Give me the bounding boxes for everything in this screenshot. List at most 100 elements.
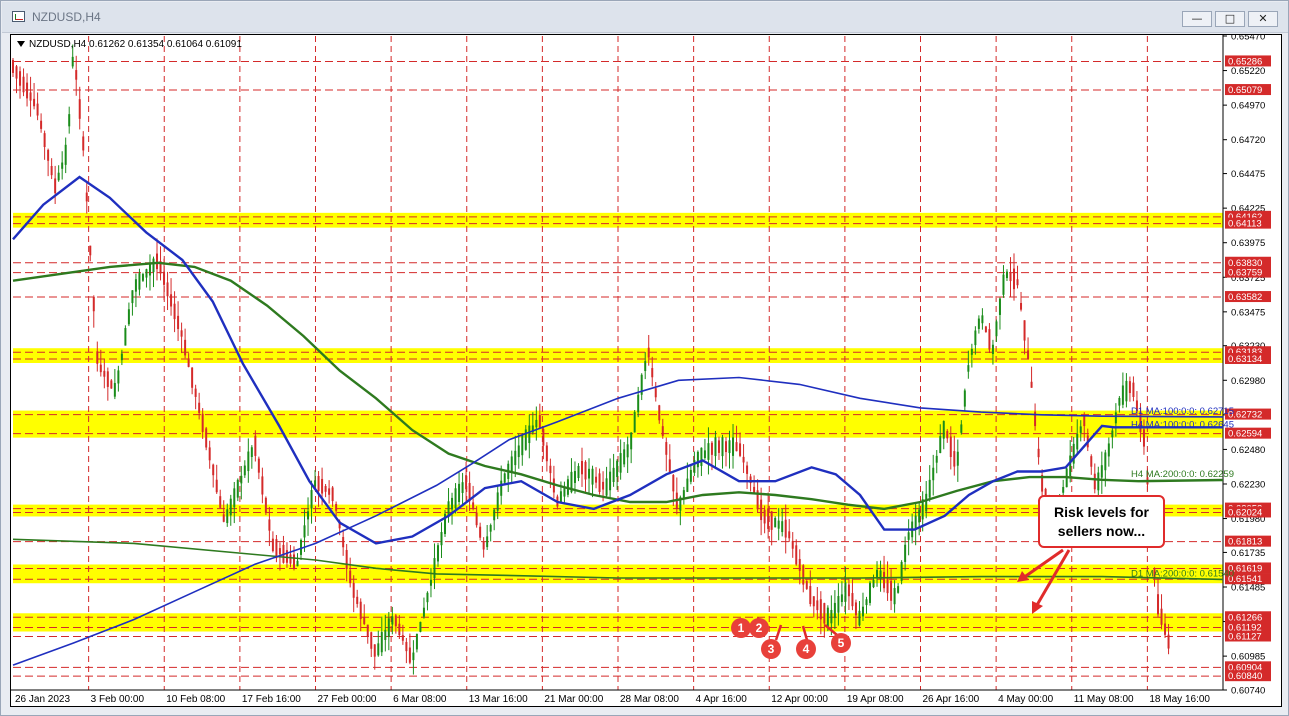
candle-body	[82, 136, 85, 151]
y-tick-label: 0.64720	[1231, 135, 1265, 146]
candle-body	[436, 545, 439, 562]
candle-body	[939, 436, 942, 453]
candle-body	[328, 488, 331, 495]
candle-body	[106, 371, 109, 387]
candle-body	[36, 103, 39, 116]
candle-body	[647, 347, 650, 358]
candle-body	[1097, 472, 1100, 491]
candle-body	[194, 388, 197, 397]
candle-body	[356, 596, 359, 604]
x-tick-label: 18 May 16:00	[1149, 694, 1210, 705]
candle-body	[247, 451, 250, 472]
candle-body	[946, 431, 949, 439]
candle-body	[124, 328, 127, 346]
candle-body	[826, 607, 829, 627]
candle-body	[352, 582, 355, 598]
candle-body	[1107, 443, 1110, 457]
candle-body	[928, 479, 931, 498]
candle-body	[1002, 274, 1005, 295]
candle-body	[798, 558, 801, 571]
candle-body	[609, 471, 612, 491]
candle-body	[612, 467, 615, 482]
candle-body	[370, 632, 373, 649]
symbol-info: NZDUSD,H4 0.61262 0.61354 0.61064 0.6109…	[17, 39, 242, 50]
candle-body	[840, 594, 843, 602]
candle-body	[261, 476, 264, 495]
candle-body	[40, 120, 43, 129]
candle-body	[837, 596, 840, 613]
chart-canvas[interactable]: 26 Jan 2023 3 Feb 00:00 10 Feb 08:00 17 Feb…	[11, 35, 1281, 706]
candle-body	[998, 298, 1001, 315]
y-tick-label: 0.63975	[1231, 238, 1265, 249]
x-tick-label: 12 Apr 00:00	[771, 694, 828, 705]
candle-body	[883, 571, 886, 589]
candle-body	[816, 600, 819, 611]
candle-body	[1083, 416, 1086, 427]
terminal-window: NZDUSD,H4 — □ ✕ 26 Jan 2023 3 Feb 00:00 10…	[0, 0, 1289, 716]
candle-body	[458, 483, 461, 502]
candle-body	[1013, 268, 1016, 290]
x-tick-label: 17 Feb 16:00	[242, 694, 301, 705]
candle-body	[422, 607, 425, 617]
candle-body	[170, 294, 173, 307]
candle-body	[377, 643, 380, 656]
candle-body	[746, 465, 749, 474]
candle-body	[307, 511, 310, 520]
candle-body	[960, 424, 963, 433]
candle-body	[208, 447, 211, 461]
candle-body	[942, 421, 945, 439]
minimize-button[interactable]: —	[1182, 11, 1212, 27]
candle-body	[212, 464, 215, 476]
title-bar[interactable]: NZDUSD,H4 — □ ✕	[2, 2, 1288, 33]
candle-body	[872, 579, 875, 588]
price-chart[interactable]: 26 Jan 2023 3 Feb 00:00 10 Feb 08:00 17 Feb…	[10, 34, 1282, 707]
x-tick-label: 11 May 08:00	[1074, 694, 1134, 705]
candle-body	[1076, 433, 1079, 450]
candle-body	[1023, 320, 1026, 341]
candle-body	[394, 615, 397, 627]
price-level-label: 0.63759	[1228, 268, 1262, 279]
candle-body	[573, 471, 576, 483]
candle-body	[454, 488, 457, 509]
candle-body	[19, 71, 22, 86]
candle-body	[710, 442, 713, 455]
candle-body	[700, 447, 703, 466]
candle-body	[321, 478, 324, 494]
indicator-label: H4 MA:200:0:0: 0.62259	[1131, 469, 1234, 480]
candle-body	[275, 539, 278, 559]
dropdown-triangle-icon[interactable]	[17, 41, 25, 48]
candle-body	[99, 364, 102, 373]
candle-body	[823, 603, 826, 624]
candle-body	[317, 475, 320, 492]
maximize-button[interactable]: □	[1215, 11, 1245, 27]
candle-body	[131, 290, 134, 304]
candle-body	[672, 475, 675, 492]
candle-body	[1100, 465, 1103, 478]
candle-body	[292, 554, 295, 569]
candle-body	[310, 490, 313, 509]
candle-body	[163, 271, 166, 285]
candle-body	[387, 618, 390, 638]
candle-body	[1128, 381, 1131, 394]
candle-body	[953, 451, 956, 467]
candle-body	[788, 531, 791, 539]
candle-body	[844, 582, 847, 602]
candle-body	[380, 632, 383, 653]
candle-body	[588, 468, 591, 479]
candle-body	[542, 428, 545, 446]
candle-body	[605, 478, 608, 496]
candle-body	[236, 479, 239, 498]
candle-body	[303, 525, 306, 538]
marker-4: 4	[796, 639, 816, 659]
candle-body	[591, 468, 594, 485]
price-level-label: 0.63582	[1228, 292, 1262, 303]
candle-body	[113, 382, 116, 397]
close-button[interactable]: ✕	[1248, 11, 1278, 27]
candle-body	[33, 98, 36, 107]
marker-1: 1	[731, 618, 751, 638]
candle-body	[138, 273, 141, 290]
candle-body	[398, 623, 401, 636]
candle-body	[184, 339, 187, 356]
candle-body	[54, 178, 57, 194]
candle-body	[366, 624, 369, 637]
